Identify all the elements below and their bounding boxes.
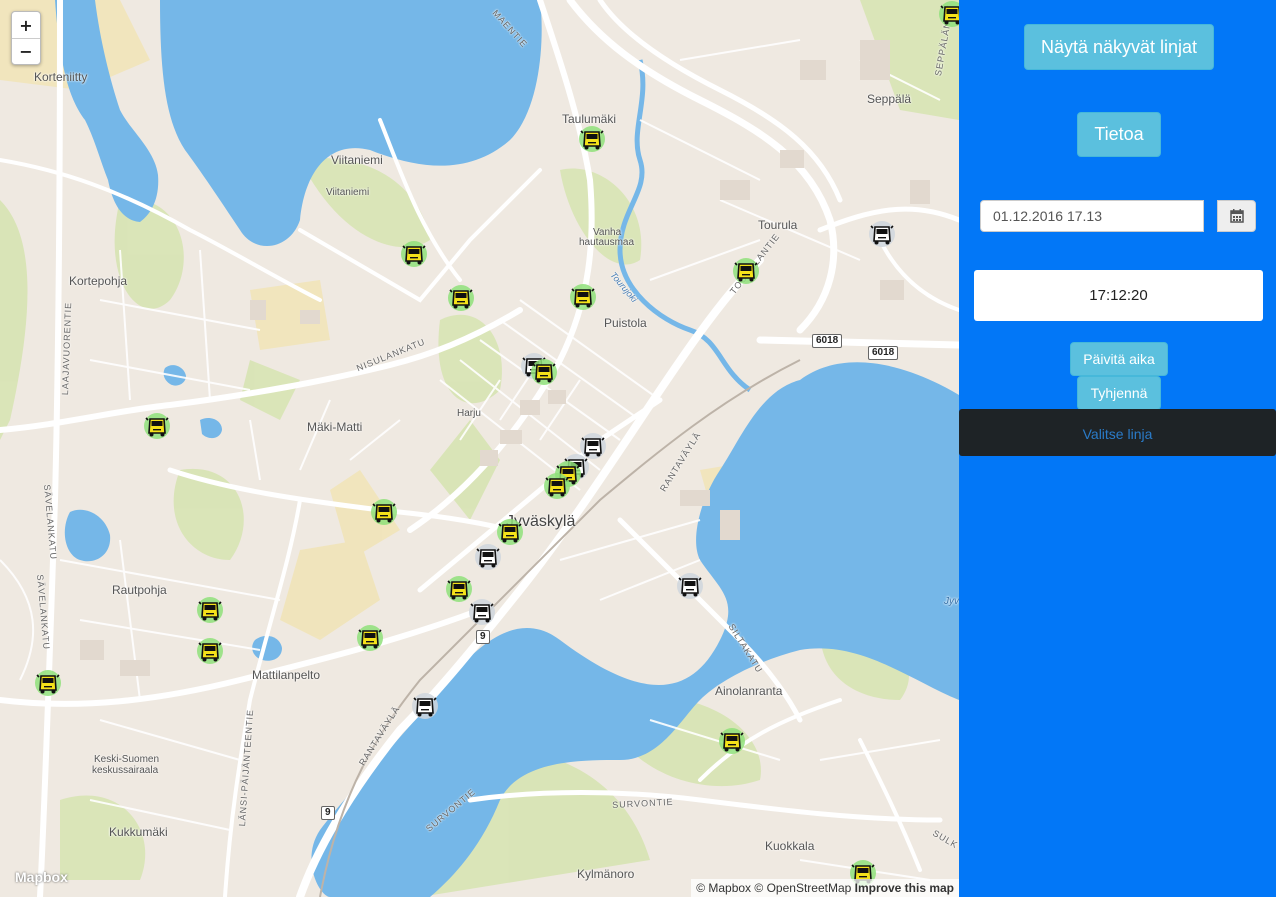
place-label-kukkumaki: Kukkumäki xyxy=(109,825,168,839)
datetime-picker xyxy=(980,200,1256,232)
bus-marker-icon[interactable] xyxy=(718,727,746,755)
bus-marker-icon[interactable] xyxy=(732,257,760,285)
place-label-viitaniemi-small: Viitaniemi xyxy=(326,187,370,198)
clear-button[interactable]: Tyhjennä xyxy=(1077,376,1161,410)
clock-display: 17:12:20 xyxy=(974,270,1263,321)
bus-marker-icon[interactable] xyxy=(496,518,524,546)
place-label-tourula: Tourula xyxy=(758,218,798,232)
bus-marker-icon[interactable] xyxy=(400,240,428,268)
zoom-out-button[interactable]: − xyxy=(12,38,40,64)
bus-marker-icon[interactable] xyxy=(196,637,224,665)
road-shield-9-2: 9 xyxy=(321,806,335,820)
place-label-puistola: Puistola xyxy=(604,316,647,330)
road-shield-6018-2: 6018 xyxy=(868,346,899,360)
bus-marker-icon[interactable] xyxy=(474,543,502,571)
place-label-keski-suomen: Keski-Suomen xyxy=(94,754,160,765)
place-label-seppala: Seppälä xyxy=(867,92,912,106)
bus-marker-icon[interactable] xyxy=(543,472,571,500)
info-button[interactable]: Tietoa xyxy=(1077,112,1161,157)
line-select-dropdown[interactable]: Valitse linja xyxy=(959,409,1276,456)
place-label-kylmanoro: Kylmänoro xyxy=(577,867,635,881)
place-label-taulumaki: Taulumäki xyxy=(562,112,617,126)
bus-marker-icon[interactable] xyxy=(868,220,896,248)
bus-marker-icon[interactable] xyxy=(676,572,704,600)
bus-marker-icon[interactable] xyxy=(411,692,439,720)
bus-marker-icon[interactable] xyxy=(530,358,558,386)
attribution-mapbox-link[interactable]: © Mapbox xyxy=(696,881,751,895)
update-time-button[interactable]: Päivitä aika xyxy=(1070,342,1168,376)
place-label-korteniitty: Korteniitty xyxy=(34,70,88,84)
place-label-viitaniemi: Viitaniemi xyxy=(331,153,383,167)
map-attribution: © Mapbox © OpenStreetMap Improve this ma… xyxy=(691,879,959,897)
datetime-input[interactable] xyxy=(980,200,1204,232)
place-label-kortepohja: Kortepohja xyxy=(69,274,128,288)
bus-marker-icon[interactable] xyxy=(468,598,496,626)
place-label-mattilanpelto: Mattilanpelto xyxy=(252,668,321,682)
attribution-osm-link[interactable]: © OpenStreetMap xyxy=(754,881,851,895)
side-panel: Näytä näkyvät linjat Tietoa 17:12:20 Päi… xyxy=(959,0,1276,897)
place-label-harju: Harju xyxy=(457,408,481,419)
bus-marker-icon[interactable] xyxy=(447,284,475,312)
place-label-rautpohja: Rautpohja xyxy=(112,583,167,597)
place-label-keskussairaala: keskussairaala xyxy=(92,765,159,776)
place-label-ainolanranta: Ainolanranta xyxy=(715,684,783,698)
zoom-control: + − xyxy=(11,11,41,65)
road-shield-9: 9 xyxy=(476,630,490,644)
zoom-in-button[interactable]: + xyxy=(12,12,40,38)
place-label-kuokkala: Kuokkala xyxy=(765,839,815,853)
bus-marker-icon[interactable] xyxy=(578,125,606,153)
place-label-hautausmaa: hautausmaa xyxy=(579,237,635,248)
bus-marker-icon[interactable] xyxy=(356,624,384,652)
calendar-icon xyxy=(1229,209,1244,223)
map[interactable]: Korteniitty Viitaniemi Viitaniemi Taulum… xyxy=(0,0,959,897)
show-visible-lines-button[interactable]: Näytä näkyvät linjat xyxy=(1024,24,1214,70)
improve-map-link[interactable]: Improve this map xyxy=(855,881,954,895)
place-label-maki-matti: Mäki-Matti xyxy=(307,420,363,434)
place-label-jyv: Jyv xyxy=(944,596,959,607)
bus-marker-icon[interactable] xyxy=(938,0,959,28)
bus-marker-icon[interactable] xyxy=(143,412,171,440)
road-shield-6018: 6018 xyxy=(812,334,843,348)
bus-marker-icon[interactable] xyxy=(196,596,224,624)
bus-marker-icon[interactable] xyxy=(569,283,597,311)
calendar-button[interactable] xyxy=(1217,200,1256,232)
bus-marker-icon[interactable] xyxy=(34,669,62,697)
bus-marker-icon[interactable] xyxy=(370,498,398,526)
mapbox-logo[interactable]: Mapbox xyxy=(15,869,68,885)
